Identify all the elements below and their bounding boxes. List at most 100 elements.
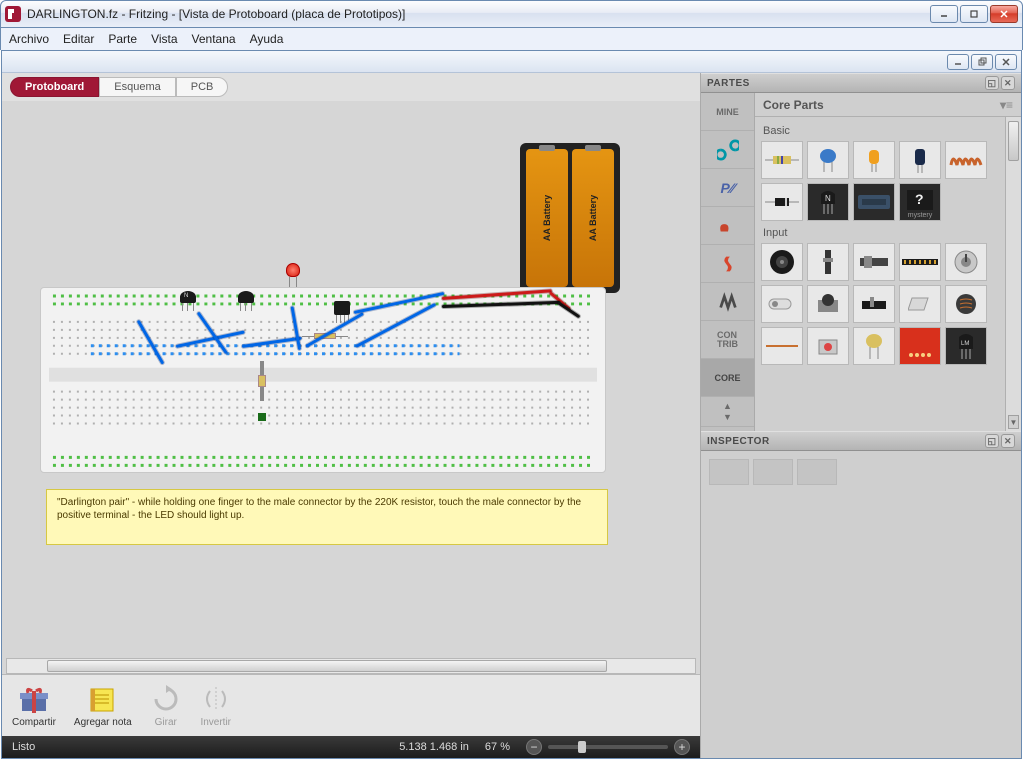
parts-bin-menu-icon[interactable]: ▾≡	[1000, 98, 1013, 112]
part-slide-pot[interactable]	[807, 243, 849, 281]
bin-parallax[interactable]: P⁄⁄	[701, 169, 754, 207]
zoom-slider[interactable]	[548, 745, 668, 749]
view-tabs: Protoboard Esquema PCB	[2, 73, 700, 101]
parts-header-label: PARTES	[707, 78, 750, 89]
tab-pcb[interactable]: PCB	[176, 77, 229, 97]
part-transistor[interactable]: N	[807, 183, 849, 221]
rotate-label: Girar	[155, 717, 177, 728]
zoom-in-button[interactable]: +	[674, 739, 690, 755]
part-header[interactable]	[899, 243, 941, 281]
svg-text:?: ?	[915, 191, 924, 207]
bin-snootlab[interactable]	[701, 283, 754, 321]
bin-arduino[interactable]	[701, 131, 754, 169]
gift-icon	[18, 683, 50, 715]
bin-core[interactable]: CORE	[701, 359, 754, 397]
minimize-button[interactable]	[930, 5, 958, 23]
inspector-panel: INSPECTOR ◱ ✕	[701, 431, 1021, 758]
bin-picaxe[interactable]	[701, 207, 754, 245]
sticky-note[interactable]: "Darlington pair" - while holding one fi…	[46, 489, 608, 545]
part-wire[interactable]	[761, 327, 803, 365]
parts-panel-header[interactable]: PARTES ◱ ✕	[701, 73, 1021, 93]
part-capacitor-ceramic[interactable]	[807, 141, 849, 179]
bin-scroll-buttons[interactable]: ▲▼	[701, 397, 754, 427]
part-temp-sensor[interactable]: LM	[945, 327, 987, 365]
app-icon	[5, 6, 21, 22]
parts-bin-tabs: MINE P⁄⁄ CON TRIB CORE ▲▼	[701, 93, 755, 431]
rotate-icon	[150, 683, 182, 715]
transistor-2[interactable]	[238, 291, 256, 311]
part-rotary-pot[interactable]	[945, 243, 987, 281]
child-restore-button[interactable]	[971, 54, 993, 70]
connector-pin[interactable]	[258, 413, 266, 421]
part-switch-slide[interactable]	[853, 243, 895, 281]
battery-cell-label: AA Battery	[542, 195, 552, 241]
part-capacitor-tantalum[interactable]	[853, 141, 895, 179]
panel-undock-button[interactable]: ◱	[985, 76, 999, 90]
panel-close-button[interactable]: ✕	[1001, 76, 1015, 90]
share-button[interactable]: Compartir	[12, 683, 56, 728]
resistor-component[interactable]	[260, 361, 264, 401]
mdi-child-titlebar	[2, 51, 1021, 73]
parts-bin-title-bar: Core Parts ▾≡	[755, 93, 1021, 117]
parts-bin-title: Core Parts	[763, 98, 824, 112]
bin-sparkfun[interactable]	[701, 245, 754, 283]
maximize-button[interactable]	[960, 5, 988, 23]
part-encoder[interactable]	[807, 327, 849, 365]
panel-undock-button[interactable]: ◱	[985, 434, 999, 448]
part-photocell[interactable]	[945, 285, 987, 323]
transistor-1[interactable]: N	[180, 291, 198, 311]
add-note-button[interactable]: Agregar nota	[74, 683, 132, 728]
horizontal-scrollbar[interactable]	[6, 658, 696, 674]
bin-contrib[interactable]: CON TRIB	[701, 321, 754, 359]
note-icon	[87, 683, 119, 715]
menu-editar[interactable]: Editar	[63, 32, 94, 46]
inspector-panel-header[interactable]: INSPECTOR ◱ ✕	[701, 431, 1021, 451]
part-speaker[interactable]	[761, 243, 803, 281]
bin-mine[interactable]: MINE	[701, 93, 754, 131]
window-titlebar: DARLINGTON.fz - Fritzing - [Vista de Pro…	[0, 0, 1023, 28]
part-reed[interactable]	[899, 285, 941, 323]
battery-pack[interactable]: AA Battery AA Battery	[520, 143, 620, 293]
flip-button[interactable]: Invertir	[200, 683, 232, 728]
window-title: DARLINGTON.fz - Fritzing - [Vista de Pro…	[27, 7, 930, 21]
menu-ventana[interactable]: Ventana	[192, 32, 236, 46]
breadboard[interactable]	[40, 287, 606, 473]
part-resistor[interactable]	[761, 141, 803, 179]
menu-parte[interactable]: Parte	[108, 32, 137, 46]
part-toggle-switch[interactable]	[853, 285, 895, 323]
add-note-label: Agregar nota	[74, 717, 132, 728]
inspector-header-label: INSPECTOR	[707, 436, 770, 447]
parts-panel: PARTES ◱ ✕ MINE P⁄⁄ CON TRIB	[701, 73, 1021, 431]
part-mystery[interactable]: ?mystery	[899, 183, 941, 221]
part-capacitor-electrolytic[interactable]	[899, 141, 941, 179]
part-pushbutton[interactable]	[807, 285, 849, 323]
close-button[interactable]	[990, 5, 1018, 23]
part-relay[interactable]	[853, 183, 895, 221]
child-close-button[interactable]	[995, 54, 1017, 70]
led-component[interactable]	[286, 263, 304, 287]
menu-ayuda[interactable]: Ayuda	[250, 32, 284, 46]
part-tilt-sensor[interactable]	[761, 285, 803, 323]
parts-scrollbar[interactable]: ▼	[1005, 117, 1021, 431]
part-photoresistor[interactable]	[853, 327, 895, 365]
menu-vista[interactable]: Vista	[151, 32, 177, 46]
status-zoom: 67 %	[485, 741, 510, 753]
tab-protoboard[interactable]: Protoboard	[10, 77, 99, 97]
svg-text:LM: LM	[961, 341, 969, 347]
section-input: Input	[763, 227, 997, 239]
part-sparkfun-board[interactable]	[899, 327, 941, 365]
panel-close-button[interactable]: ✕	[1001, 434, 1015, 448]
parts-list: Basic N ?myste	[755, 117, 1005, 431]
menu-archivo[interactable]: Archivo	[9, 32, 49, 46]
inspector-body	[701, 451, 1021, 758]
part-diode[interactable]	[761, 183, 803, 221]
tab-esquema[interactable]: Esquema	[99, 77, 175, 97]
status-bar: Listo 5.138 1.468 in 67 % − +	[2, 736, 700, 758]
breadboard-canvas[interactable]: AA Battery AA Battery	[6, 101, 696, 658]
zoom-out-button[interactable]: −	[526, 739, 542, 755]
child-minimize-button[interactable]	[947, 54, 969, 70]
battery-cell-label: AA Battery	[588, 195, 598, 241]
note-text: "Darlington pair" - while holding one fi…	[57, 497, 581, 521]
rotate-button[interactable]: Girar	[150, 683, 182, 728]
part-inductor[interactable]	[945, 141, 987, 179]
